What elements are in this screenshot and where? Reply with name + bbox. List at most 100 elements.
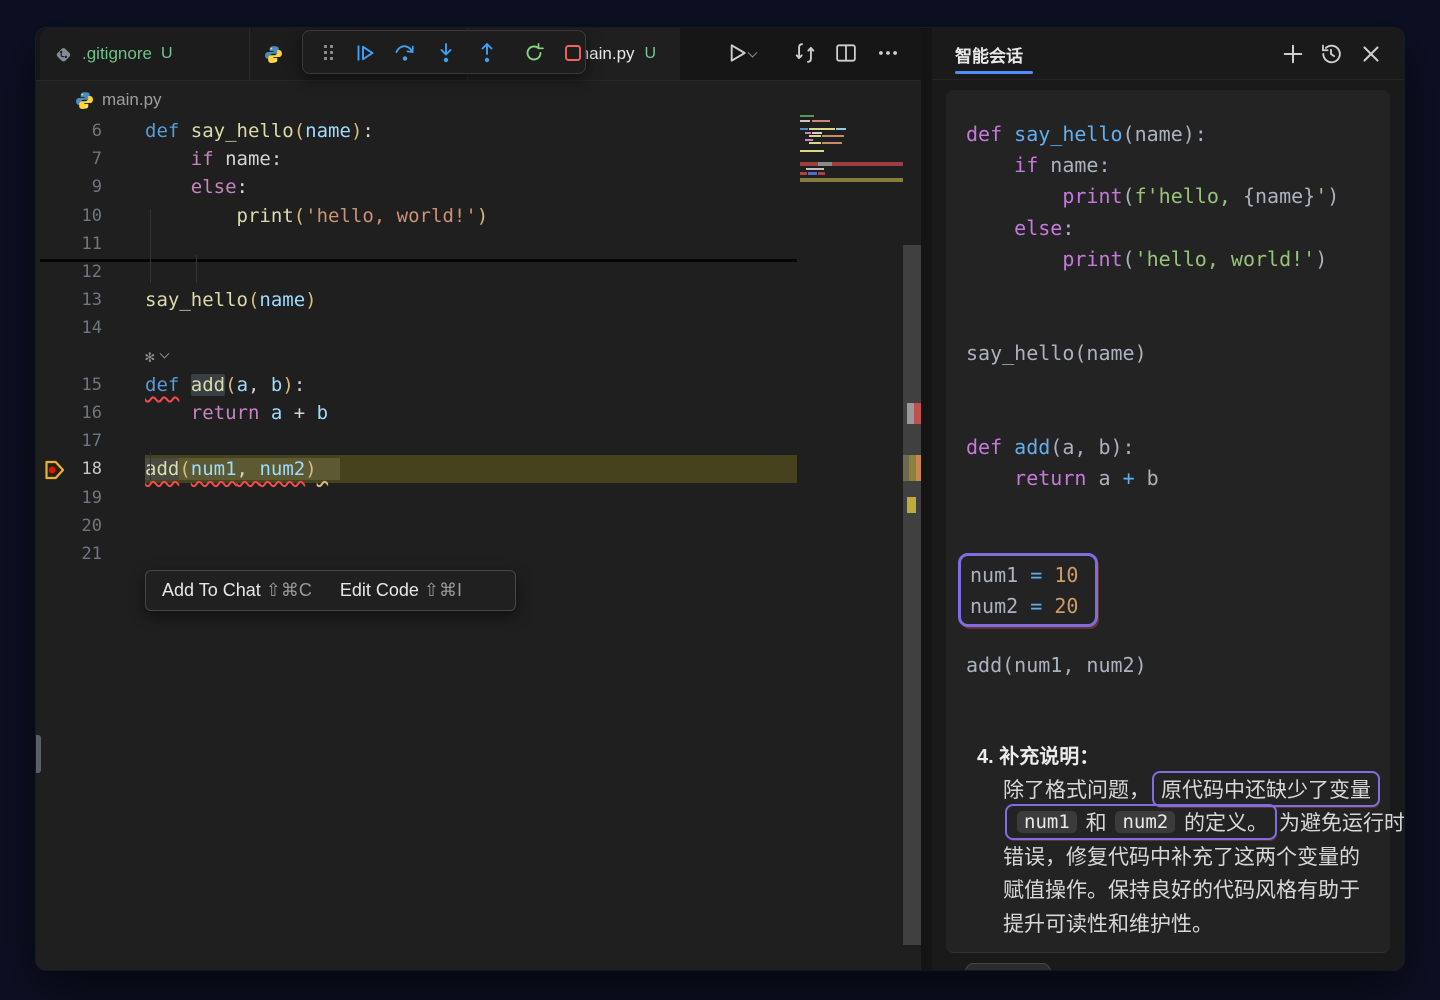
indent-guide <box>150 452 151 480</box>
code-line[interactable]: 13say_hello(name) <box>36 286 921 314</box>
chat-tab-title[interactable]: 智能会话 <box>955 42 1023 67</box>
drag-grip-icon[interactable] <box>317 41 341 65</box>
git-file-icon <box>54 45 73 64</box>
annotation-box: num1 和 num2 的定义。 <box>1005 804 1277 840</box>
ai-codelens-icon[interactable]: ✻ <box>145 347 168 366</box>
code-line[interactable]: 18add(num1, num2) <box>36 455 921 483</box>
code-line[interactable]: 11 <box>36 230 921 258</box>
breadcrumb-filename: main.py <box>102 90 162 110</box>
more-actions-icon[interactable] <box>875 40 901 66</box>
paragraph-line: 错误，修复代码中补充了这两个变量的 <box>1003 839 1383 873</box>
minimap-token <box>812 120 830 122</box>
close-icon[interactable] <box>1358 41 1384 67</box>
add-to-chat-menu-item[interactable]: Add To Chat⇧⌘C <box>162 580 312 601</box>
code-line[interactable]: ✻ <box>36 343 921 371</box>
annotation-box-num-values: num1 = 10num2 = 20 <box>958 553 1098 627</box>
step-into-icon[interactable] <box>434 41 458 65</box>
line-number-gutter[interactable]: 21 <box>36 544 102 564</box>
minimap-token <box>822 142 842 144</box>
code-line[interactable]: 17 <box>36 427 921 455</box>
line-number-gutter[interactable]: 20 <box>36 516 102 536</box>
restart-icon[interactable] <box>522 41 546 65</box>
minimap-token <box>800 115 814 117</box>
paragraph-line: 除了格式问题，原代码中还缺少了变量 <box>1003 772 1383 806</box>
line-number-gutter[interactable]: 12 <box>36 262 102 282</box>
line-number-gutter[interactable]: 16 <box>36 403 102 423</box>
paragraph-line: 提升可读性和维护性。 <box>1003 906 1383 940</box>
menu-shortcut: ⇧⌘I <box>424 580 462 601</box>
code-line[interactable]: 16 return a + b <box>36 399 921 427</box>
chat-action-pill[interactable] <box>965 963 1051 970</box>
code-line[interactable]: 21 <box>36 540 921 568</box>
edit-code-menu-item[interactable]: Edit Code⇧⌘I <box>340 580 462 601</box>
code-text: if name: <box>145 148 282 170</box>
minimap-token <box>809 128 835 130</box>
run-button[interactable] <box>724 40 750 66</box>
code-line[interactable]: 15def add(a, b): <box>36 371 921 399</box>
breadcrumb[interactable]: main.py <box>75 88 162 112</box>
git-status-badge: U <box>645 45 657 63</box>
code-text: print('hello, world!') <box>145 205 488 227</box>
line-number-gutter[interactable]: 19 <box>36 488 102 508</box>
chat-code-block: def add(a, b): return a + b <box>966 431 1159 494</box>
debug-continue-icon[interactable] <box>353 41 377 65</box>
code-action-menu: Add To Chat⇧⌘C Edit Code⇧⌘I <box>145 570 516 611</box>
code-line[interactable]: 20 <box>36 512 921 540</box>
code-line[interactable]: 6def say_hello(name): <box>36 117 921 145</box>
chat-header: 智能会话 <box>932 28 1404 80</box>
code-line[interactable]: 12 <box>36 258 921 286</box>
code-editor[interactable]: main.py 6def say_hello(name):7 if name:9… <box>36 81 921 970</box>
minimap-token <box>805 132 811 134</box>
line-number-gutter[interactable]: 6 <box>36 121 102 141</box>
line-number-gutter[interactable]: 10 <box>36 206 102 226</box>
minimap-token <box>818 162 832 166</box>
new-chat-icon[interactable] <box>1280 41 1306 67</box>
overview-ruler-mark <box>907 403 914 424</box>
indent-guide <box>196 255 197 283</box>
tab-label: .gitignore <box>82 44 152 64</box>
step-out-icon[interactable] <box>475 41 499 65</box>
compare-changes-icon[interactable] <box>792 40 818 66</box>
line-number-gutter[interactable]: 17 <box>36 431 102 451</box>
editor-scrollbar[interactable] <box>903 81 921 970</box>
scrollbar-thumb[interactable] <box>903 245 921 945</box>
minimap-token <box>809 142 821 144</box>
breakpoint-current-line-icon[interactable] <box>44 458 66 482</box>
line-number-gutter[interactable]: 7 <box>36 149 102 169</box>
ai-sparkle-icon: ✻ <box>145 347 155 366</box>
minimap[interactable] <box>800 115 903 255</box>
sidebar-handle[interactable] <box>36 735 41 773</box>
minimap-token <box>800 128 808 130</box>
run-dropdown-chevron-icon[interactable] <box>749 46 775 72</box>
code-text: else: <box>145 176 248 198</box>
line-number-gutter[interactable]: 13 <box>36 290 102 310</box>
chat-code-block: add(num1, num2) <box>966 649 1147 680</box>
chat-code-block: say_hello(name) <box>966 337 1147 368</box>
active-tab-underline <box>955 71 1033 74</box>
assistant-message-card: num1 = 10num2 = 20 4. 补充说明： 除了格式问题，原代码中还… <box>946 90 1390 953</box>
app-window: .gitignore U main.py U <box>36 28 1404 970</box>
code-line[interactable]: 19 <box>36 483 921 511</box>
line-number-gutter[interactable]: 15 <box>36 375 102 395</box>
stop-icon[interactable] <box>561 41 585 65</box>
line-number-gutter[interactable]: 11 <box>36 234 102 254</box>
split-editor-icon[interactable] <box>833 40 859 66</box>
code-line[interactable]: 10 print('hello, world!') <box>36 202 921 230</box>
code-line[interactable]: 7 if name: <box>36 145 921 173</box>
code-line[interactable]: 9 else: <box>36 173 921 201</box>
minimap-token <box>806 168 824 170</box>
line-number-gutter[interactable]: 9 <box>36 177 102 197</box>
minimap-token <box>800 172 807 175</box>
panel-resize-sash[interactable] <box>921 28 932 970</box>
history-icon[interactable] <box>1318 41 1344 67</box>
indent-guide <box>150 209 151 283</box>
minimap-token <box>812 132 822 134</box>
line-number-gutter[interactable]: 14 <box>36 318 102 338</box>
overview-ruler-mark <box>909 455 916 481</box>
highlight-box-code: num1 = 10num2 = 20 <box>970 559 1078 622</box>
code-line[interactable]: 14 <box>36 314 921 342</box>
tab-gitignore[interactable]: .gitignore U <box>40 28 250 80</box>
minimap-token <box>809 135 821 137</box>
inline-code-chip: num1 <box>1017 811 1077 833</box>
step-over-icon[interactable] <box>393 41 417 65</box>
